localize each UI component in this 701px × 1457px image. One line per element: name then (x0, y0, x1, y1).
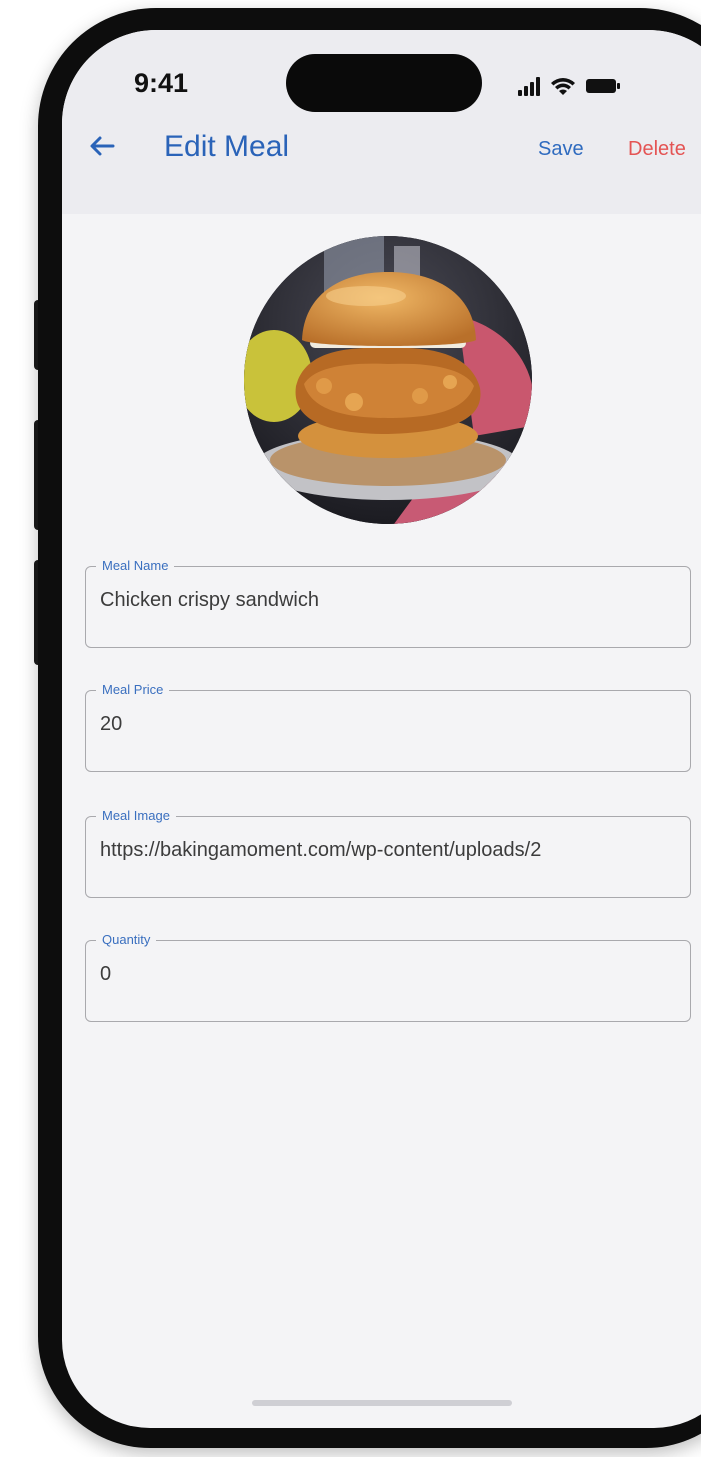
app-screen: 9:41 Edit Meal Save Delete Meal Name Chi… (62, 30, 701, 1428)
delete-button[interactable]: Delete (628, 138, 686, 161)
meal-photo (244, 236, 532, 524)
arrow-left-icon (90, 136, 115, 156)
meal-price-field[interactable]: Meal Price (85, 681, 691, 772)
wifi-icon (551, 78, 575, 95)
battery-icon (586, 79, 620, 93)
quantity-field[interactable]: Quantity (85, 931, 691, 1022)
status-icons (518, 72, 620, 96)
page-title: Edit Meal (164, 130, 290, 163)
meal-name-label: Meal Name (96, 557, 175, 575)
quantity-input[interactable] (100, 963, 680, 986)
meal-name-field[interactable]: Meal Name (85, 557, 691, 648)
meal-price-label: Meal Price (96, 681, 170, 699)
status-time: 9:41 (134, 68, 189, 98)
back-button[interactable] (82, 126, 122, 166)
chicken-sandwich-photo (244, 236, 532, 524)
meal-image-field[interactable]: Meal Image (85, 807, 691, 898)
cellular-signal-icon (518, 76, 540, 96)
save-button[interactable]: Save (538, 138, 584, 161)
home-indicator (252, 1400, 512, 1406)
meal-image-input[interactable] (100, 839, 680, 862)
meal-price-input[interactable] (100, 713, 680, 736)
meal-name-input[interactable] (100, 589, 680, 612)
dynamic-island (286, 54, 482, 112)
device-stage: 9:41 Edit Meal Save Delete Meal Name Chi… (0, 0, 701, 1457)
quantity-label: Quantity (96, 931, 157, 949)
phone-frame: 9:41 Edit Meal Save Delete Meal Name Chi… (38, 8, 701, 1448)
meal-image-label: Meal Image (96, 807, 176, 825)
